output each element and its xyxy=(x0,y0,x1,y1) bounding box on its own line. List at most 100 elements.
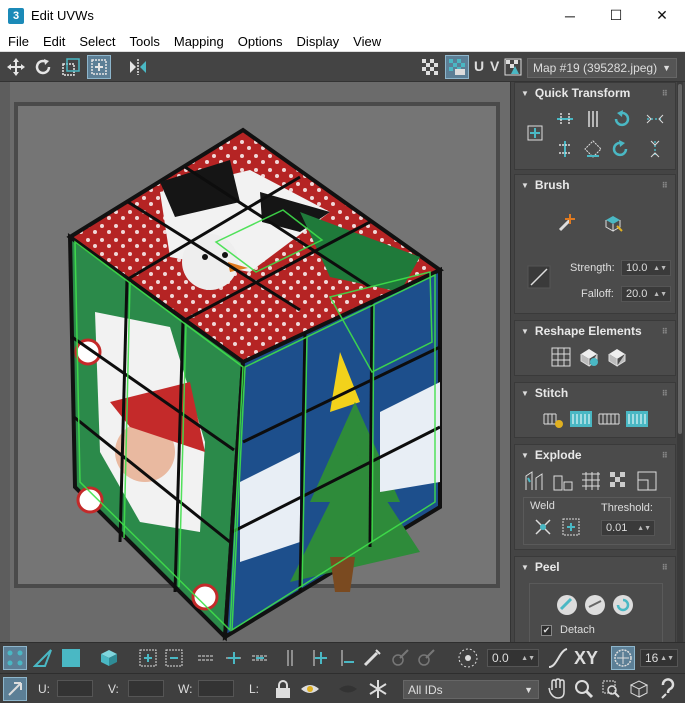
relax-icon[interactable] xyxy=(577,345,601,369)
quick-peel-icon[interactable] xyxy=(555,593,579,617)
offset-spinner[interactable]: 0.0 ▲▼ xyxy=(487,649,539,667)
falloff-spinner[interactable]: 20.0 ▲▼ xyxy=(621,286,671,302)
rollout-header[interactable]: ▼ Brush ⠿ xyxy=(515,175,675,195)
grid-snap-icon[interactable] xyxy=(611,646,635,670)
stitch-to-source-icon[interactable] xyxy=(569,407,593,431)
panel-scrollbar-thumb[interactable] xyxy=(678,84,682,434)
polygon-mode-icon[interactable] xyxy=(59,646,83,670)
absolute-offset-icon[interactable] xyxy=(3,677,27,701)
straighten-icon[interactable] xyxy=(581,137,605,161)
mirror-icon[interactable] xyxy=(126,55,150,79)
weld-target-icon[interactable] xyxy=(559,515,583,539)
rollout-header[interactable]: ▼ Quick Transform ⠿ xyxy=(515,83,675,103)
material-id-select[interactable]: All IDs ▼ xyxy=(403,680,539,699)
menu-options[interactable]: Options xyxy=(232,34,289,49)
align-to-edge-icon[interactable] xyxy=(553,137,577,161)
menu-view[interactable]: View xyxy=(347,34,387,49)
stitch-average-icon[interactable] xyxy=(597,407,621,431)
help-icon[interactable] xyxy=(656,677,680,701)
space-horizontal-icon[interactable] xyxy=(643,107,667,131)
shrink-selection-icon[interactable] xyxy=(162,646,186,670)
bottom-toolbar-selection: 0.0 ▲▼ XY 16 ▲▼ xyxy=(0,642,685,673)
shrink-ring-icon[interactable] xyxy=(334,646,358,670)
scale-icon[interactable] xyxy=(59,55,83,79)
weld-selected-icon[interactable] xyxy=(531,515,555,539)
straighten-selection-icon[interactable] xyxy=(549,345,573,369)
element-mode-icon[interactable] xyxy=(97,646,121,670)
menu-mapping[interactable]: Mapping xyxy=(168,34,230,49)
peel-mode-icon[interactable] xyxy=(583,593,607,617)
minimize-button[interactable]: ─ xyxy=(547,0,593,31)
flatten-by-material-icon[interactable] xyxy=(607,469,631,493)
uv-viewport[interactable] xyxy=(0,82,510,642)
align-horizontal-icon[interactable] xyxy=(553,107,577,131)
shrink-loop-icon[interactable] xyxy=(248,646,272,670)
grow-loop-icon[interactable] xyxy=(222,646,246,670)
stitch-to-target-icon[interactable] xyxy=(625,407,649,431)
freeze-icon[interactable] xyxy=(366,677,390,701)
rollout-header[interactable]: ▼ Explode ⠿ xyxy=(515,445,675,465)
flatten-custom-icon[interactable] xyxy=(635,469,659,493)
relax-settings-icon[interactable] xyxy=(605,345,629,369)
u-field[interactable] xyxy=(57,680,93,697)
paint-shrink-icon[interactable] xyxy=(414,646,438,670)
paint-grow-icon[interactable] xyxy=(388,646,412,670)
loop-select-icon[interactable] xyxy=(194,646,218,670)
break-icon[interactable] xyxy=(523,469,547,493)
hide-selected-icon[interactable] xyxy=(298,677,322,701)
reset-peel-icon[interactable] xyxy=(611,593,635,617)
zoom-extents-icon[interactable] xyxy=(627,677,651,701)
unhide-icon[interactable] xyxy=(336,677,360,701)
grow-selection-icon[interactable] xyxy=(136,646,160,670)
rollout-header[interactable]: ▼ Peel ⠿ xyxy=(515,557,675,577)
grid-size-spinner[interactable]: 16 ▲▼ xyxy=(640,649,678,667)
detach-edges-icon[interactable] xyxy=(551,469,575,493)
align-pivot-icon[interactable] xyxy=(523,121,547,145)
stitch-custom-icon[interactable] xyxy=(541,407,565,431)
soft-selection-icon[interactable] xyxy=(456,646,480,670)
uv-toggle-label[interactable]: U V xyxy=(474,58,500,74)
menu-display[interactable]: Display xyxy=(291,34,346,49)
move-icon[interactable] xyxy=(4,55,28,79)
strength-spinner[interactable]: 10.0 ▲▼ xyxy=(621,260,671,276)
menu-select[interactable]: Select xyxy=(73,34,121,49)
threshold-value: 0.01 xyxy=(606,522,628,534)
uv-mesh-texture[interactable] xyxy=(0,82,510,642)
pan-icon[interactable] xyxy=(545,677,569,701)
v-field[interactable] xyxy=(128,680,164,697)
vertex-mode-icon[interactable] xyxy=(3,646,27,670)
threshold-spinner[interactable]: 0.01 ▲▼ xyxy=(601,520,655,536)
maximize-button[interactable]: ☐ xyxy=(593,0,639,31)
falloff-curve-icon[interactable] xyxy=(546,646,570,670)
rollout-header[interactable]: ▼ Reshape Elements ⠿ xyxy=(515,321,675,341)
freeform-icon[interactable] xyxy=(87,55,111,79)
space-vertical-icon[interactable] xyxy=(643,137,667,161)
grow-ring-icon[interactable] xyxy=(306,646,330,670)
map-select[interactable]: Map #19 (395282.jpeg) ▼ xyxy=(527,58,677,78)
rollout-header[interactable]: ▼ Stitch ⠿ xyxy=(515,383,675,403)
menu-file[interactable]: File xyxy=(2,34,35,49)
close-button[interactable]: ✕ xyxy=(639,0,685,31)
zoom-region-icon[interactable] xyxy=(599,677,623,701)
paint-move-icon[interactable] xyxy=(555,211,579,235)
rotate-icon[interactable] xyxy=(31,55,55,79)
detach-checkbox[interactable]: ✔ xyxy=(541,625,552,636)
brush-falloff-icon[interactable] xyxy=(527,265,551,289)
show-map-icon[interactable] xyxy=(445,55,469,79)
ring-select-icon[interactable] xyxy=(278,646,302,670)
menu-tools[interactable]: Tools xyxy=(124,34,166,49)
w-field[interactable] xyxy=(198,680,234,697)
flatten-by-smoothing-icon[interactable] xyxy=(579,469,603,493)
align-vertical-icon[interactable] xyxy=(581,107,605,131)
rotate-ccw-icon[interactable] xyxy=(609,107,633,131)
checker-pattern-icon[interactable] xyxy=(418,55,442,79)
edge-mode-icon[interactable] xyxy=(31,646,55,670)
paint-select-icon[interactable] xyxy=(360,646,384,670)
xy-axis-label[interactable]: XY xyxy=(574,648,598,669)
menu-edit[interactable]: Edit xyxy=(37,34,71,49)
relax-brush-icon[interactable] xyxy=(601,211,625,235)
zoom-icon[interactable] xyxy=(572,677,596,701)
lock-icon[interactable] xyxy=(271,677,295,701)
rotate-cw-icon[interactable] xyxy=(609,137,633,161)
texture-checker-icon[interactable] xyxy=(501,55,525,79)
